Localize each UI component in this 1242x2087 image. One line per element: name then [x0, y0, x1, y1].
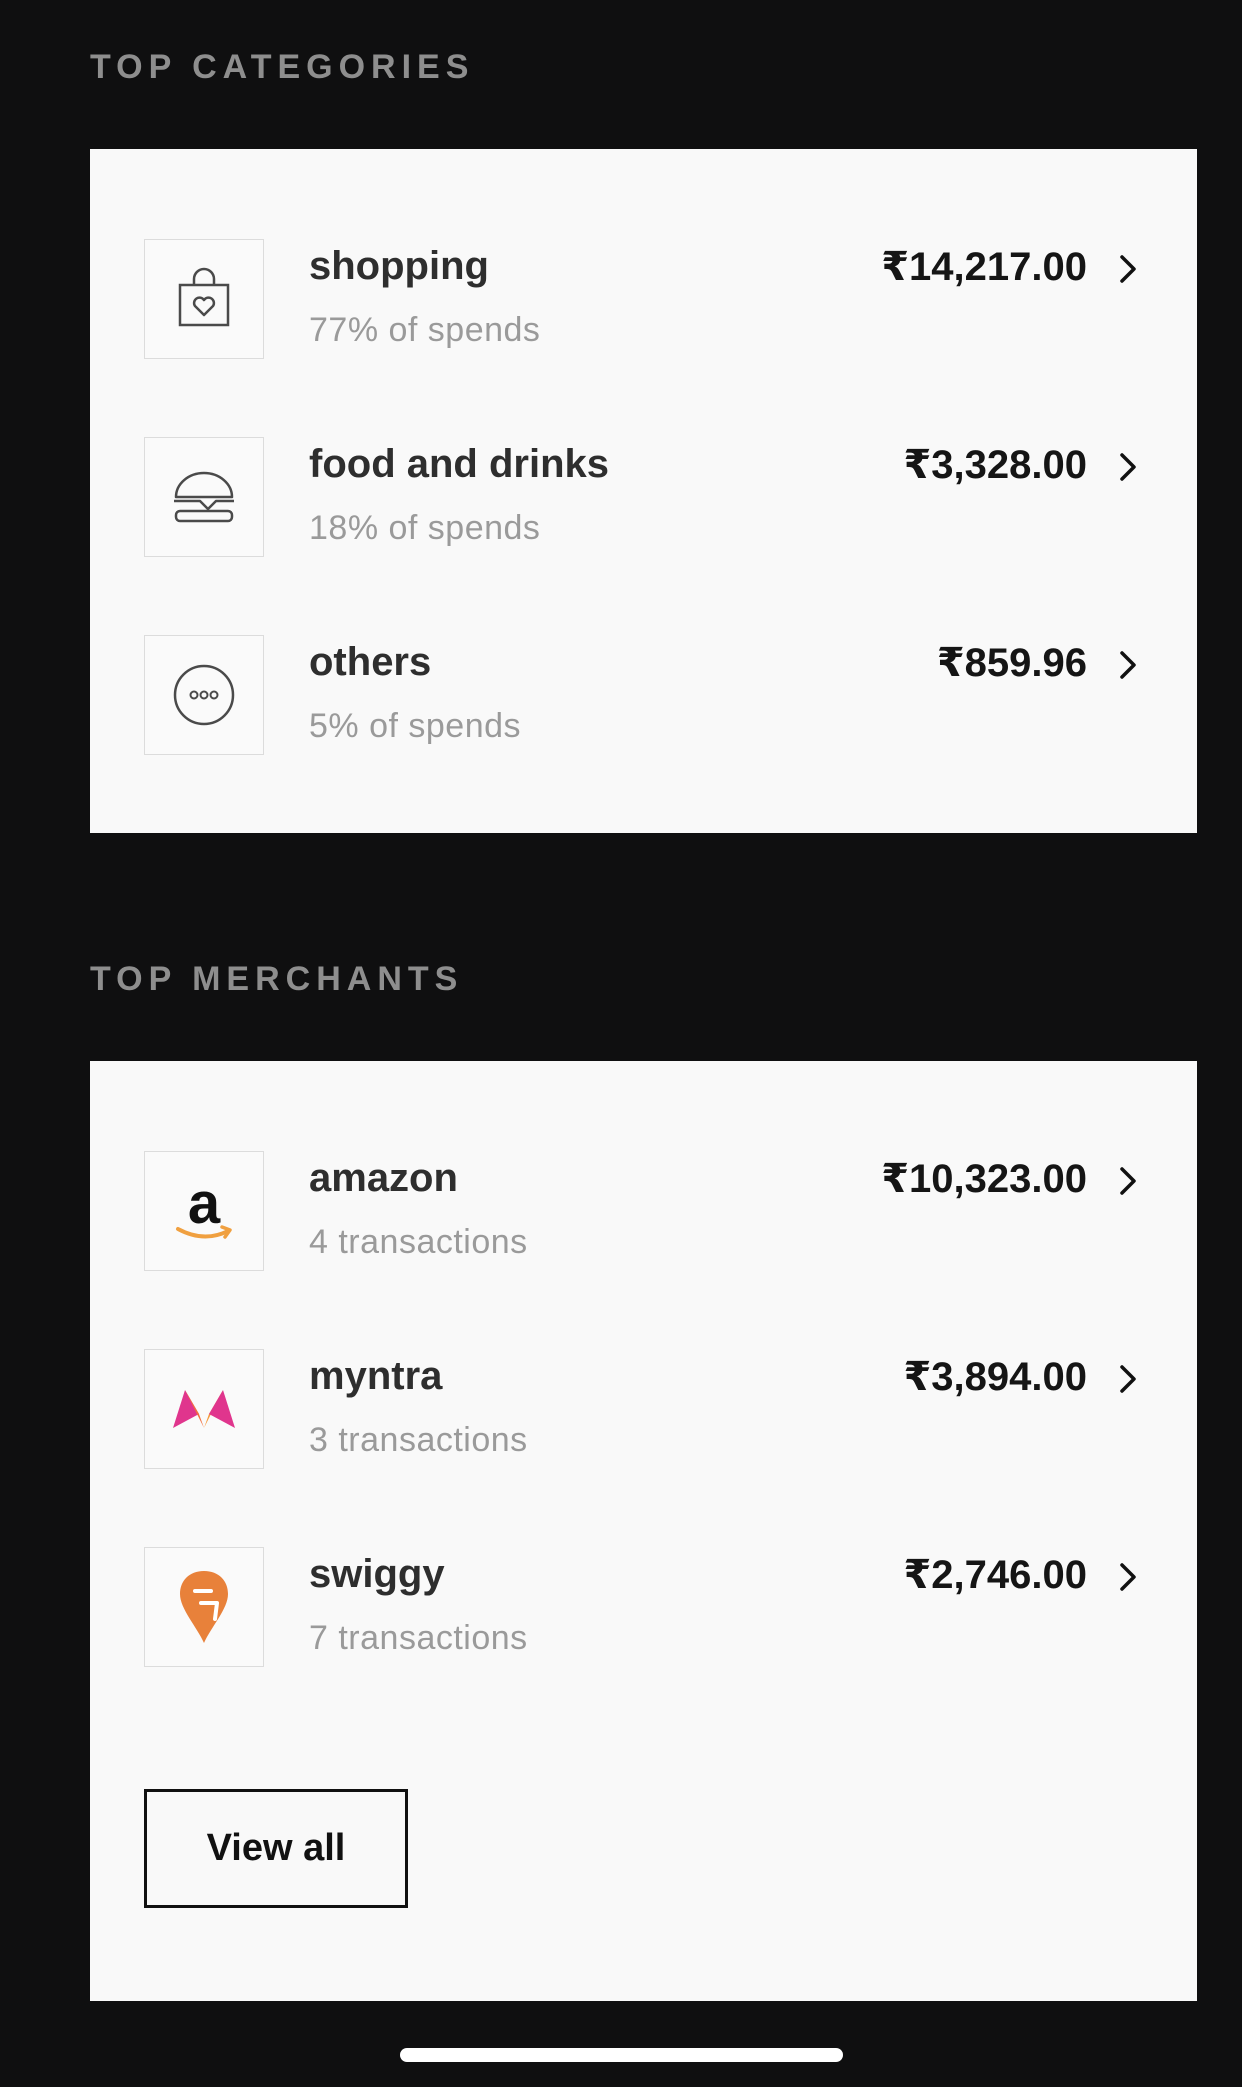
- amazon-logo: a: [144, 1151, 264, 1271]
- category-row-food-and-drinks[interactable]: food and drinks 18% of spends ₹3,328.00: [144, 437, 1143, 557]
- burger-icon: [144, 437, 264, 557]
- category-amount: ₹3,328.00: [903, 443, 1087, 487]
- chevron-right-icon: [1113, 1359, 1143, 1399]
- merchant-transaction-count: 3 transactions: [309, 1421, 528, 1459]
- category-amount: ₹14,217.00: [881, 245, 1087, 289]
- merchant-row-myntra[interactable]: myntra 3 transactions ₹3,894.00: [144, 1349, 1143, 1469]
- category-share: 77% of spends: [309, 311, 541, 349]
- view-all-button[interactable]: View all: [144, 1789, 408, 1908]
- chevron-right-icon: [1113, 1557, 1143, 1597]
- spend-analysis-screen: TOP CATEGORIES shopping 77% of spends ₹1…: [0, 0, 1242, 2087]
- category-share: 5% of spends: [309, 707, 522, 745]
- merchant-transaction-count: 4 transactions: [309, 1223, 528, 1261]
- chevron-right-icon: [1113, 447, 1143, 487]
- svg-text:a: a: [188, 1171, 221, 1236]
- merchant-row-amazon[interactable]: a amazon 4 transactions ₹10,323.00: [144, 1151, 1143, 1271]
- category-name: shopping: [309, 244, 489, 288]
- chevron-right-icon: [1113, 645, 1143, 685]
- swiggy-logo: [144, 1547, 264, 1667]
- merchant-name: amazon: [309, 1156, 458, 1200]
- category-row-others[interactable]: others 5% of spends ₹859.96: [144, 635, 1143, 755]
- merchant-row-swiggy[interactable]: swiggy 7 transactions ₹2,746.00: [144, 1547, 1143, 1667]
- chevron-right-icon: [1113, 1161, 1143, 1201]
- top-merchants-heading: TOP MERCHANTS: [90, 960, 464, 998]
- category-name: others: [309, 640, 432, 684]
- merchant-amount: ₹3,894.00: [903, 1355, 1087, 1399]
- more-dots-icon: [144, 635, 264, 755]
- merchant-amount: ₹2,746.00: [903, 1553, 1087, 1597]
- home-indicator[interactable]: [400, 2048, 843, 2062]
- top-categories-heading: TOP CATEGORIES: [90, 48, 475, 86]
- category-row-shopping[interactable]: shopping 77% of spends ₹14,217.00: [144, 239, 1143, 359]
- shopping-bag-icon: [144, 239, 264, 359]
- category-name: food and drinks: [309, 442, 609, 486]
- top-categories-card: shopping 77% of spends ₹14,217.00 food a…: [90, 149, 1197, 833]
- merchant-name: myntra: [309, 1354, 443, 1398]
- myntra-logo: [144, 1349, 264, 1469]
- category-share: 18% of spends: [309, 509, 541, 547]
- merchant-amount: ₹10,323.00: [881, 1157, 1087, 1201]
- top-merchants-card: a amazon 4 transactions ₹10,323.00 myntr…: [90, 1061, 1197, 2001]
- chevron-right-icon: [1113, 249, 1143, 289]
- merchant-name: swiggy: [309, 1552, 445, 1596]
- category-amount: ₹859.96: [936, 641, 1087, 685]
- merchant-transaction-count: 7 transactions: [309, 1619, 528, 1657]
